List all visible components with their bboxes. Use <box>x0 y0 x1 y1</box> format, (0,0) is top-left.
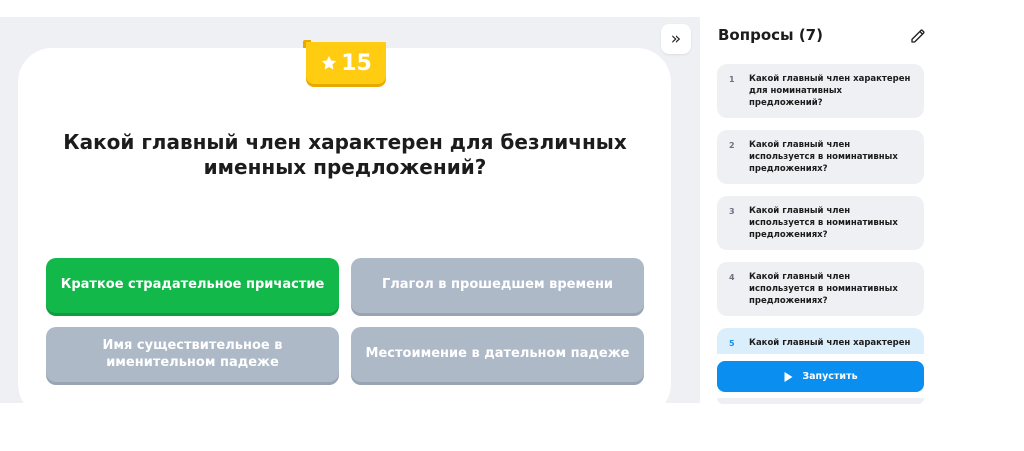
question-list-text: Какой главный член характерен <box>749 338 911 348</box>
star-icon <box>322 55 337 70</box>
points-value: 15 <box>341 50 372 76</box>
answer-option-2[interactable]: Глагол в прошедшем времени <box>351 258 644 313</box>
question-list-item-5[interactable]: 5 Какой главный член характерен <box>717 328 924 354</box>
question-number: 5 <box>729 339 735 348</box>
sidebar-bottom-edge <box>717 398 924 404</box>
question-list-text: Какой главный член используется в номина… <box>749 206 898 241</box>
pencil-icon[interactable] <box>909 27 927 45</box>
question-list-item-3[interactable]: 3 Какой главный член используется в номи… <box>717 196 924 250</box>
collapse-sidebar-button[interactable]: » <box>661 24 691 54</box>
answer-option-1[interactable]: Краткое страдательное причастие <box>46 258 339 313</box>
question-number: 4 <box>729 273 735 282</box>
points-badge: 15 <box>306 42 386 84</box>
sidebar-title: Вопросы (7) <box>718 26 823 44</box>
answer-label: Глагол в прошедшем времени <box>381 277 614 293</box>
answer-option-4[interactable]: Местоимение в дательном падеже <box>351 327 644 382</box>
question-list-item-4[interactable]: 4 Какой главный член используется в номи… <box>717 262 924 316</box>
run-button[interactable]: Запустить <box>717 361 924 392</box>
question-text: Какой главный член характерен для безлич… <box>63 130 627 179</box>
answer-label: Имя существительное в именительном падеж… <box>102 337 283 370</box>
question-list-item-1[interactable]: 1 Какой главный член характерен для номи… <box>717 64 924 118</box>
answer-label: Краткое страдательное причастие <box>60 277 325 293</box>
question-list-text: Какой главный член характерен для номина… <box>749 74 911 109</box>
question-list-item-2[interactable]: 2 Какой главный член используется в номи… <box>717 130 924 184</box>
run-label: Запустить <box>802 371 858 382</box>
play-icon <box>784 371 793 382</box>
question-number: 1 <box>729 75 735 84</box>
answer-option-3[interactable]: Имя существительное в именительном падеж… <box>46 327 339 382</box>
question-number: 3 <box>729 207 735 216</box>
question-list-text: Какой главный член используется в номина… <box>749 140 898 175</box>
question-list-text: Какой главный член используется в номина… <box>749 272 898 307</box>
double-chevron-right-icon: » <box>670 29 682 49</box>
answer-label: Местоимение в дательном падеже <box>365 346 630 362</box>
question-number: 2 <box>729 141 735 150</box>
